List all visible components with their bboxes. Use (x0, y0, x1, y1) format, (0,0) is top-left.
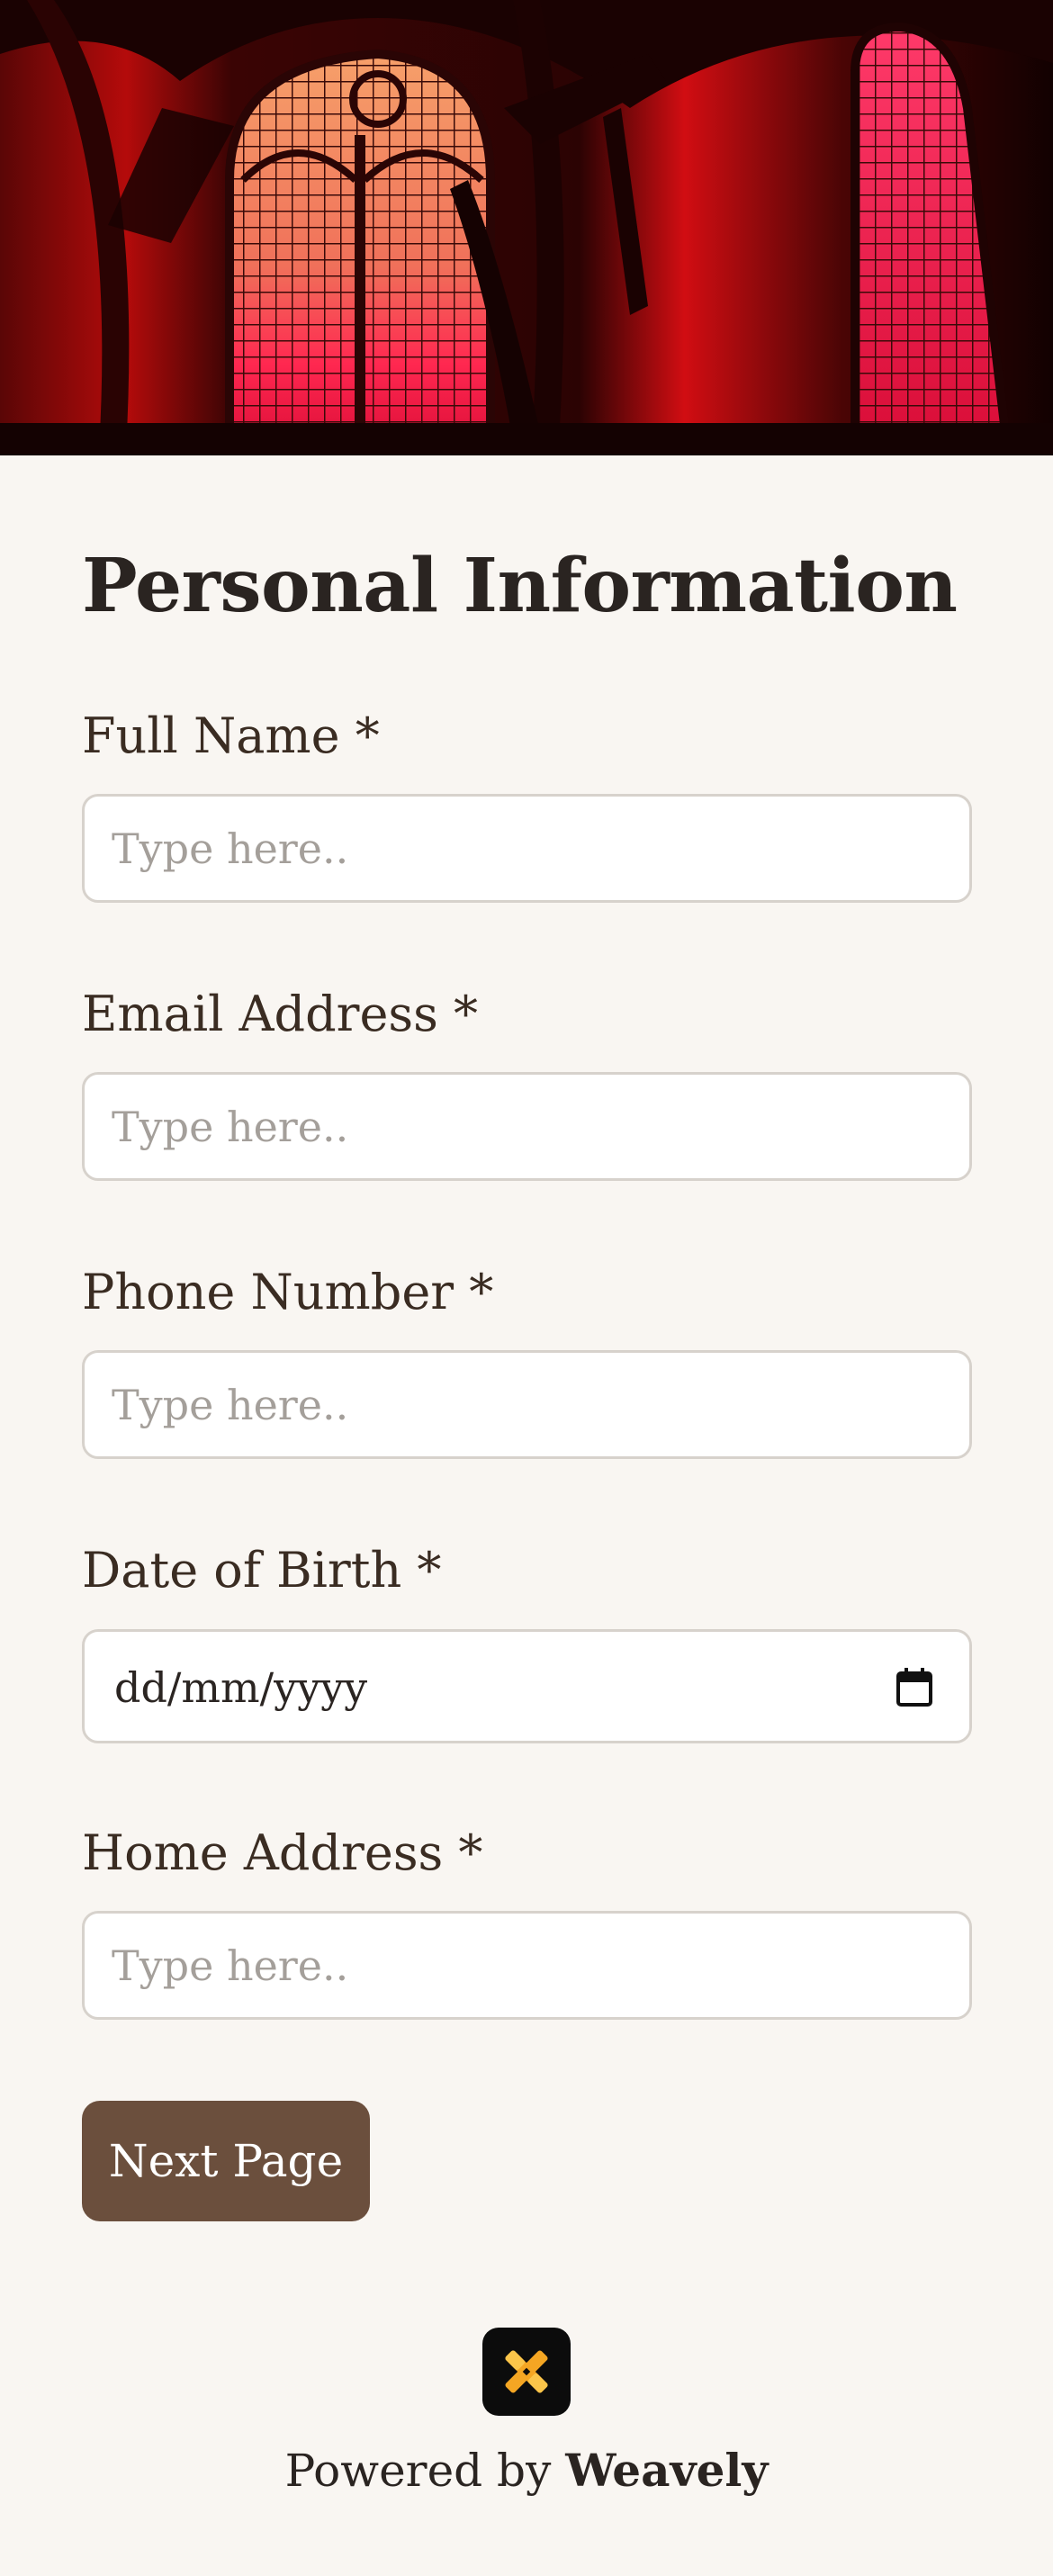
brand-name: Weavely (565, 2444, 769, 2497)
date-of-birth-label: Date of Birth * (82, 1542, 442, 1599)
calendar-icon[interactable] (896, 1666, 933, 1707)
powered-by-text[interactable]: Powered by Weavely (0, 2439, 1053, 2502)
full-name-field: Full Name * (82, 705, 972, 903)
weavely-logo-icon[interactable] (482, 2328, 571, 2416)
date-of-birth-value: dd/mm/yyyy (114, 1663, 368, 1712)
date-of-birth-field: Date of Birth * dd/mm/yyyy (82, 1539, 972, 1743)
home-address-label: Home Address * (82, 1824, 483, 1881)
email-address-input-box[interactable] (82, 1072, 972, 1181)
phone-number-input-box[interactable] (82, 1350, 972, 1459)
page-title: Personal Information (82, 543, 958, 629)
home-address-field: Home Address * (82, 1822, 972, 2020)
phone-number-input[interactable] (85, 1353, 969, 1456)
full-name-label: Full Name * (82, 707, 380, 764)
header-image (0, 0, 1053, 455)
footer: Powered by Weavely (0, 2328, 1053, 2508)
next-page-button[interactable]: Next Page (82, 2101, 370, 2221)
full-name-input-box[interactable] (82, 794, 972, 903)
email-address-label: Email Address * (82, 986, 479, 1042)
phone-number-label: Phone Number * (82, 1264, 494, 1320)
full-name-input[interactable] (85, 797, 969, 900)
email-address-input[interactable] (85, 1075, 969, 1178)
home-address-input[interactable] (85, 1914, 969, 2017)
email-address-field: Email Address * (82, 983, 972, 1181)
phone-number-field: Phone Number * (82, 1261, 972, 1459)
powered-by-prefix: Powered by (284, 2445, 552, 2497)
home-address-input-box[interactable] (82, 1911, 972, 2020)
date-of-birth-input[interactable]: dd/mm/yyyy (82, 1629, 972, 1743)
